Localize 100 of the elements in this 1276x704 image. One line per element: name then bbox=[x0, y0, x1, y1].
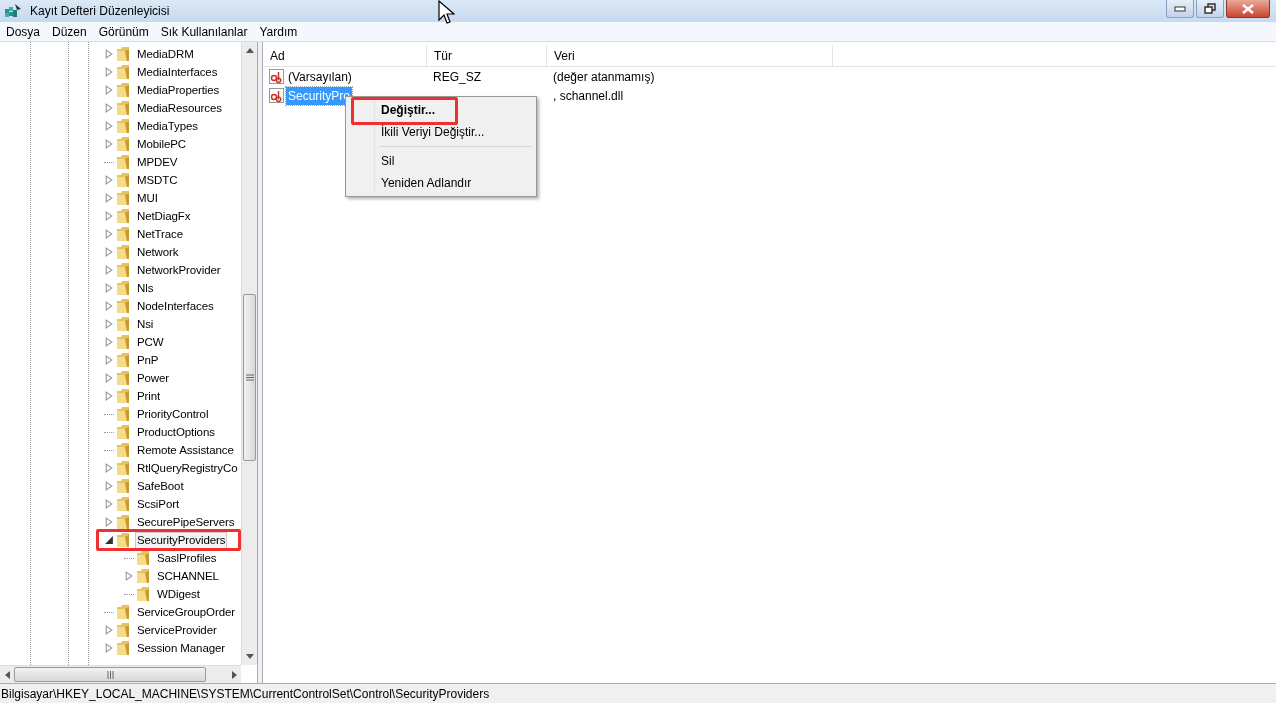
folder-icon bbox=[136, 568, 150, 584]
horizontal-scrollbar[interactable] bbox=[0, 665, 241, 683]
tree-item[interactable]: WDigest bbox=[155, 585, 202, 603]
folder-icon bbox=[116, 334, 130, 350]
tree-item[interactable]: SecurePipeServers bbox=[135, 513, 237, 531]
expand-icon[interactable] bbox=[104, 229, 114, 239]
folder-icon bbox=[116, 64, 130, 80]
tree-item[interactable]: NetTrace bbox=[135, 225, 186, 243]
expand-icon[interactable] bbox=[104, 301, 114, 311]
menu-item[interactable]: Düzen bbox=[46, 22, 93, 41]
tree-item[interactable]: MobilePC bbox=[135, 135, 189, 153]
value-name[interactable]: (Varsayılan) bbox=[286, 67, 354, 86]
expand-icon[interactable] bbox=[104, 463, 114, 473]
menu-item[interactable]: Görünüm bbox=[92, 22, 155, 41]
expand-icon[interactable] bbox=[104, 625, 114, 635]
tree-item[interactable]: NetDiagFx bbox=[135, 207, 193, 225]
expand-icon[interactable] bbox=[104, 139, 114, 149]
scroll-up-icon[interactable] bbox=[245, 48, 254, 53]
tree-item[interactable]: SafeBoot bbox=[135, 477, 186, 495]
expand-icon[interactable] bbox=[104, 247, 114, 257]
tree-item[interactable]: Print bbox=[135, 387, 163, 405]
vertical-scrollbar[interactable] bbox=[241, 42, 257, 665]
folder-icon bbox=[116, 154, 130, 170]
minimize-button[interactable] bbox=[1166, 0, 1194, 18]
tree-item[interactable]: RtlQueryRegistryCo bbox=[135, 459, 240, 477]
expand-icon[interactable] bbox=[104, 337, 114, 347]
expand-icon[interactable] bbox=[104, 481, 114, 491]
menu-item[interactable]: Yardım bbox=[253, 22, 304, 41]
expand-icon[interactable] bbox=[104, 319, 114, 329]
tree-item[interactable]: MPDEV bbox=[135, 153, 180, 171]
expand-icon[interactable] bbox=[104, 49, 114, 59]
tree-item[interactable]: MediaInterfaces bbox=[135, 63, 220, 81]
registry-icon bbox=[4, 3, 22, 19]
tree-item[interactable]: NodeInterfaces bbox=[135, 297, 216, 315]
tree-item[interactable]: ScsiPort bbox=[135, 495, 182, 513]
tree-item[interactable]: MediaResources bbox=[135, 99, 224, 117]
tree-item[interactable]: PriorityControl bbox=[135, 405, 211, 423]
expand-icon[interactable] bbox=[104, 85, 114, 95]
close-icon bbox=[1242, 3, 1254, 14]
column-header[interactable]: Ad bbox=[263, 45, 427, 66]
expand-icon[interactable] bbox=[104, 67, 114, 77]
expand-icon[interactable] bbox=[104, 265, 114, 275]
folder-icon bbox=[136, 550, 150, 566]
tree-item[interactable]: ServiceProvider bbox=[135, 621, 219, 639]
expand-icon[interactable] bbox=[104, 121, 114, 131]
column-header[interactable]: Veri bbox=[547, 45, 833, 66]
expand-icon[interactable] bbox=[104, 103, 114, 113]
table-cell: REG_SZ bbox=[433, 69, 481, 84]
tree-item[interactable]: MUI bbox=[135, 189, 160, 207]
expand-icon[interactable] bbox=[104, 211, 114, 221]
expand-icon[interactable] bbox=[104, 283, 114, 293]
menu-item[interactable]: İkili Veriyi Değiştir... bbox=[381, 123, 485, 141]
restore-button[interactable] bbox=[1196, 0, 1224, 18]
tree-item[interactable]: MediaProperties bbox=[135, 81, 222, 99]
menu-item[interactable]: Değiştir... bbox=[381, 101, 436, 119]
tree-item[interactable]: Session Manager bbox=[135, 639, 227, 657]
tree-item[interactable]: MSDTC bbox=[135, 171, 180, 189]
scrollbar-thumb[interactable] bbox=[243, 294, 256, 461]
menu-item[interactable]: Sık Kullanılanlar bbox=[154, 22, 254, 41]
folder-icon bbox=[116, 640, 130, 656]
menu-item[interactable]: Sil bbox=[381, 152, 395, 170]
tree-item[interactable]: NetworkProvider bbox=[135, 261, 223, 279]
folder-icon bbox=[116, 370, 130, 386]
expand-icon[interactable] bbox=[124, 571, 134, 581]
tree-item[interactable]: Remote Assistance bbox=[135, 441, 236, 459]
scroll-right-icon[interactable] bbox=[231, 670, 237, 679]
tree-item[interactable]: Nls bbox=[135, 279, 156, 297]
tree-item[interactable]: PnP bbox=[135, 351, 161, 369]
tree-item[interactable]: PCW bbox=[135, 333, 166, 351]
tree-item[interactable]: ProductOptions bbox=[135, 423, 217, 441]
close-button[interactable] bbox=[1226, 0, 1270, 18]
expand-icon[interactable] bbox=[104, 355, 114, 365]
expand-icon[interactable] bbox=[104, 517, 114, 527]
folder-icon bbox=[116, 100, 130, 116]
expand-icon[interactable] bbox=[104, 193, 114, 203]
expand-icon[interactable] bbox=[104, 391, 114, 401]
folder-icon bbox=[116, 514, 130, 530]
tree-item[interactable]: Network bbox=[135, 243, 181, 261]
tree-item[interactable]: MediaDRM bbox=[135, 45, 196, 63]
scroll-down-icon[interactable] bbox=[245, 654, 254, 659]
scrollbar-thumb[interactable] bbox=[14, 667, 206, 682]
tree-item[interactable]: MediaTypes bbox=[135, 117, 200, 135]
scroll-left-icon[interactable] bbox=[4, 670, 10, 679]
tree-item[interactable]: Nsi bbox=[135, 315, 156, 333]
tree-item[interactable]: SCHANNEL bbox=[155, 567, 221, 585]
column-header[interactable]: Tür bbox=[427, 45, 547, 66]
expand-icon[interactable] bbox=[104, 643, 114, 653]
collapse-icon[interactable] bbox=[104, 535, 114, 545]
tree-item[interactable]: ServiceGroupOrder bbox=[135, 603, 237, 621]
menu-item[interactable]: Dosya bbox=[0, 22, 46, 41]
grip-icon bbox=[106, 670, 114, 679]
expand-icon[interactable] bbox=[104, 499, 114, 509]
tree-item[interactable]: Power bbox=[135, 369, 172, 387]
folder-icon bbox=[116, 82, 130, 98]
expand-icon[interactable] bbox=[104, 373, 114, 383]
folder-icon bbox=[116, 208, 130, 224]
menu-item[interactable]: Yeniden Adlandır bbox=[381, 174, 472, 192]
expand-icon[interactable] bbox=[104, 175, 114, 185]
folder-icon bbox=[116, 118, 130, 134]
tree-item[interactable]: SaslProfiles bbox=[155, 549, 219, 567]
